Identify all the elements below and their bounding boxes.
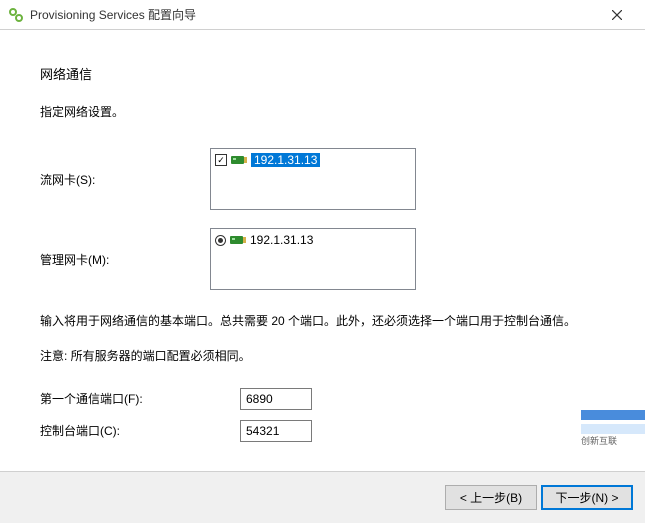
- page-subheading: 指定网络设置。: [40, 103, 605, 120]
- console-port-input[interactable]: [240, 420, 312, 442]
- app-icon: [8, 7, 24, 23]
- back-button[interactable]: < 上一步(B): [445, 485, 537, 510]
- mgmt-nic-label: 管理网卡(M):: [40, 251, 210, 268]
- mgmt-nic-ip: 192.1.31.13: [250, 233, 313, 247]
- port-description: 输入将用于网络通信的基本端口。总共需要 20 个端口。此外，还必须选择一个端口用…: [40, 310, 605, 333]
- stream-nic-ip: 192.1.31.13: [251, 153, 320, 167]
- nic-icon: [230, 234, 246, 246]
- stream-nic-item[interactable]: ✓ 192.1.31.13: [213, 151, 413, 169]
- close-icon: [612, 10, 622, 20]
- radio-selected-icon[interactable]: [215, 235, 226, 246]
- window-title: Provisioning Services 配置向导: [30, 6, 196, 23]
- close-button[interactable]: [597, 1, 637, 29]
- first-port-label: 第一个通信端口(F):: [40, 390, 240, 407]
- page-heading: 网络通信: [40, 64, 605, 83]
- titlebar: Provisioning Services 配置向导: [0, 0, 645, 30]
- wizard-page: 网络通信 指定网络设置。 流网卡(S): ✓ 192.1.31.13 管理网卡(…: [0, 30, 645, 442]
- port-note: 注意: 所有服务器的端口配置必须相同。: [40, 347, 605, 364]
- wizard-footer: < 上一步(B) 下一步(N) >: [0, 471, 645, 523]
- mgmt-nic-item[interactable]: 192.1.31.13: [213, 231, 413, 249]
- stream-nic-listbox[interactable]: ✓ 192.1.31.13: [210, 148, 416, 210]
- checkbox-checked-icon[interactable]: ✓: [215, 154, 227, 166]
- mgmt-nic-listbox[interactable]: 192.1.31.13: [210, 228, 416, 290]
- nic-icon: [231, 154, 247, 166]
- console-port-label: 控制台端口(C):: [40, 422, 240, 439]
- next-button[interactable]: 下一步(N) >: [541, 485, 633, 510]
- stream-nic-label: 流网卡(S):: [40, 171, 210, 188]
- first-port-input[interactable]: [240, 388, 312, 410]
